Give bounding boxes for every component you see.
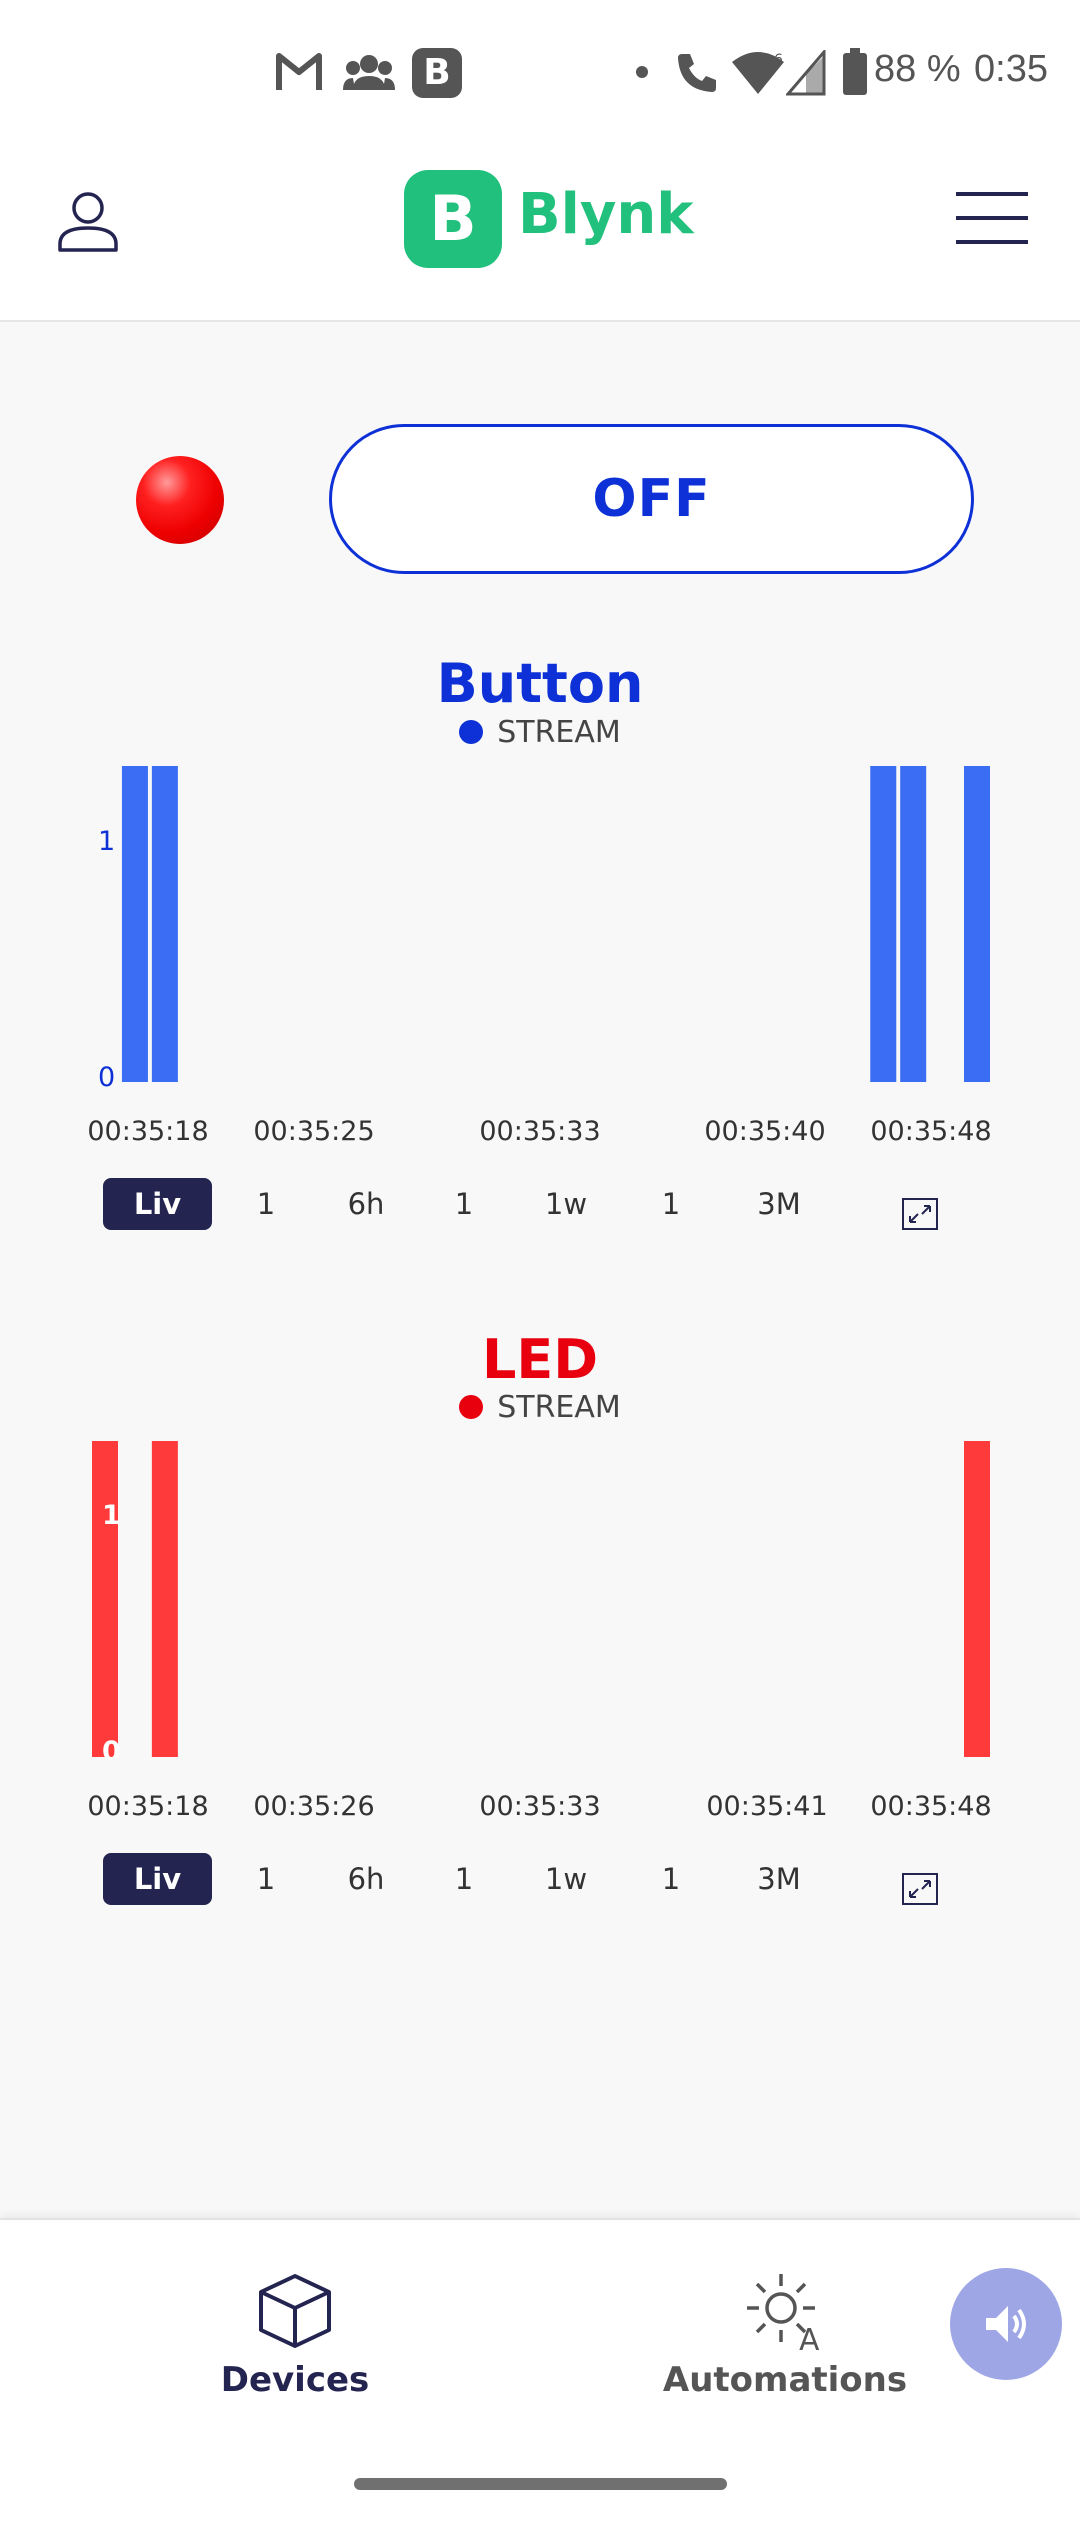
chart-bar (870, 766, 897, 1082)
chart-title-led: LED (481, 1328, 599, 1391)
range-option[interactable]: 1 (444, 1178, 484, 1230)
chart-bar (151, 766, 178, 1082)
legend-label: STREAM (497, 1390, 621, 1425)
cube-icon (259, 2274, 331, 2348)
profile-icon[interactable] (56, 188, 120, 252)
chart-bar (900, 766, 927, 1082)
y-tick-0: 0 (102, 1736, 121, 1767)
app-header: B Blynk (0, 140, 1080, 322)
legend-dot-icon (459, 720, 484, 744)
range-option[interactable]: 6h (342, 1853, 390, 1905)
x-tick: 00:35:26 (253, 1791, 375, 1822)
nav-item-devices[interactable]: Devices (95, 2220, 495, 2420)
nav-label-devices: Devices (220, 2360, 370, 2400)
button-chart-plot (121, 766, 990, 1082)
chart-bar (964, 1441, 990, 1757)
home-indicator[interactable] (354, 2478, 727, 2490)
notification-dot-icon (636, 66, 648, 78)
gmail-icon (276, 53, 322, 90)
led-chart-plot (92, 1441, 990, 1757)
x-tick: 00:35:33 (479, 1116, 601, 1147)
chart-bar (151, 1441, 178, 1757)
chart-title-button: Button (436, 652, 644, 715)
x-tick: 00:35:18 (87, 1116, 209, 1147)
range-option[interactable]: 1 (444, 1853, 484, 1905)
hamburger-menu-icon[interactable] (954, 190, 1030, 246)
clock: 0:35 (974, 48, 1048, 90)
wifi-call-icon (678, 54, 716, 92)
chart-bar (121, 766, 148, 1082)
x-tick: 00:35:48 (870, 1791, 992, 1822)
x-tick: 00:35:25 (253, 1116, 375, 1147)
status-bar: B 6 88 % 0:35 (0, 0, 1080, 140)
battery-icon (843, 48, 867, 95)
range-option[interactable]: 1w (538, 1178, 594, 1230)
battery-percent: 88 % (874, 48, 961, 90)
range-option[interactable]: 3M (749, 1178, 809, 1230)
range-option[interactable]: 1 (246, 1853, 286, 1905)
legend-dot-icon (459, 1395, 484, 1419)
nav-label-automations: Automations (662, 2360, 908, 2400)
x-tick: 00:35:33 (479, 1791, 601, 1822)
x-tick: 00:35:41 (706, 1791, 828, 1822)
range-live[interactable]: Liv (103, 1178, 212, 1230)
x-tick: 00:35:40 (704, 1116, 826, 1147)
range-live[interactable]: Liv (103, 1853, 212, 1905)
chart-bar (92, 1441, 118, 1757)
legend-label: STREAM (497, 715, 621, 750)
bottom-navigation: Devices A Automations (0, 2218, 1080, 2522)
toggle-button[interactable]: OFF (329, 424, 974, 574)
range-option[interactable]: 1 (651, 1853, 691, 1905)
group-icon (343, 55, 395, 90)
range-option[interactable]: 1 (246, 1178, 286, 1230)
time-range-selector: Liv 1 6h 1 1w 1 3M (0, 1178, 1080, 1234)
expand-icon[interactable] (902, 1873, 938, 1905)
speaker-icon (986, 2306, 1026, 2342)
time-range-selector: Liv 1 6h 1 1w 1 3M (0, 1853, 1080, 1909)
chart-legend-button: STREAM (0, 715, 1080, 750)
x-tick: 00:35:18 (87, 1791, 209, 1822)
chart-legend-led: STREAM (0, 1390, 1080, 1425)
range-option[interactable]: 6h (342, 1178, 390, 1230)
y-tick-1: 1 (102, 1500, 121, 1531)
range-option[interactable]: 1 (651, 1178, 691, 1230)
x-tick: 00:35:48 (870, 1116, 992, 1147)
sun-automation-icon: A (747, 2274, 820, 2350)
chart-bar (964, 766, 990, 1082)
svg-text:A: A (799, 2323, 820, 2350)
nav-item-automations[interactable]: A Automations (585, 2220, 985, 2420)
expand-icon[interactable] (902, 1198, 938, 1230)
blynk-logo: B (404, 170, 502, 268)
led-indicator (136, 456, 224, 544)
brand-name: Blynk (518, 182, 694, 247)
svg-text:6: 6 (774, 52, 783, 68)
blynk-app-icon: B (412, 48, 462, 98)
signal-icon (786, 50, 826, 96)
wifi-icon: 6 (732, 52, 784, 94)
volume-fab[interactable] (950, 2268, 1062, 2380)
range-option[interactable]: 1w (538, 1853, 594, 1905)
range-option[interactable]: 3M (749, 1853, 809, 1905)
